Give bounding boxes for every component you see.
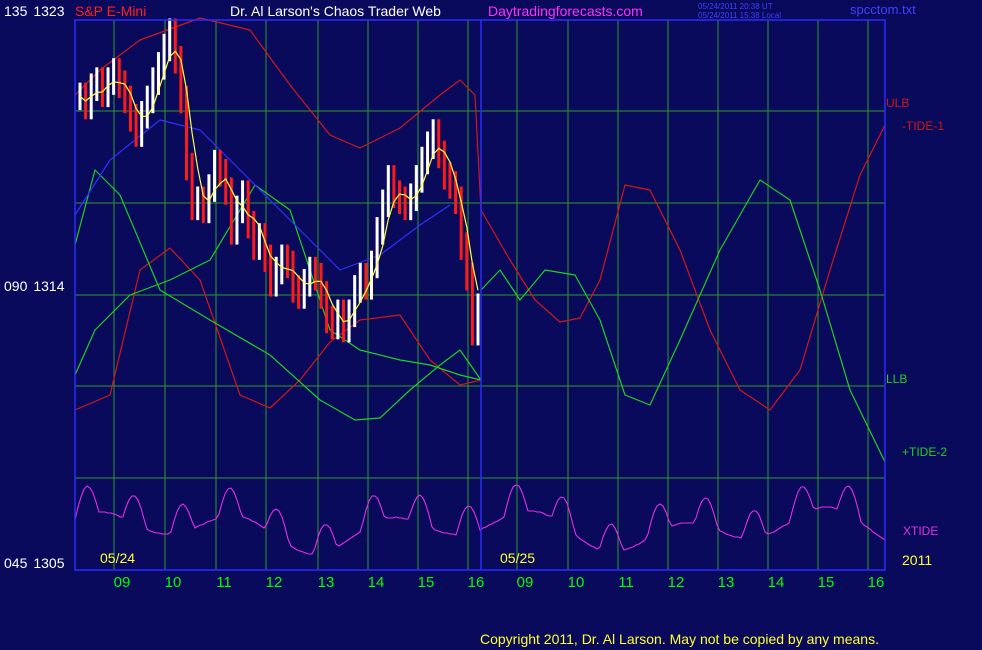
symbol-label: S&P E-Mini	[75, 3, 146, 19]
x-tick-label: 09	[114, 574, 131, 591]
year-label: 2011	[902, 552, 932, 568]
copyright-text: Copyright 2011, Dr. Al Larson. May not b…	[480, 631, 879, 647]
llb-line	[74, 184, 482, 381]
y-tick-label-bottom: 045 1305	[4, 555, 65, 571]
x-tick-label: 14	[368, 574, 385, 591]
x-tick-label: 12	[266, 574, 283, 591]
x-tick-label: 10	[165, 574, 182, 591]
date-label-2: 05/25	[500, 550, 535, 566]
x-tick-label: 16	[868, 574, 885, 591]
xtide-line	[74, 484, 886, 555]
x-tick-label: 13	[718, 574, 735, 591]
x-tick-label: 10	[568, 574, 585, 591]
timestamp-local: 05/24/2011 15:38 Local	[698, 11, 781, 20]
legend-ulb: ULB	[886, 96, 909, 110]
chart-title: Dr. Al Larson's Chaos Trader Web	[230, 3, 441, 19]
x-tick-label: 15	[418, 574, 435, 591]
legend-llb: LLB	[886, 372, 907, 386]
date-label-1: 05/24	[100, 550, 135, 566]
tide1-line-day2	[480, 124, 886, 411]
y-tick-label-top: 135 1323	[4, 3, 65, 19]
x-tick-label: 14	[768, 574, 785, 591]
legend-tide1: -TIDE-1	[902, 119, 944, 133]
x-tick-label: 16	[468, 574, 485, 591]
y-tick-label-mid: 090 1314	[4, 278, 65, 294]
x-tick-label: 11	[216, 574, 232, 591]
x-tick-label: 13	[318, 574, 335, 591]
x-tick-label: 09	[517, 574, 534, 591]
x-tick-label: 12	[668, 574, 685, 591]
site-label[interactable]: Daytradingforecasts.com	[488, 3, 643, 19]
timestamp-utc: 05/24/2011 20:38 UT	[698, 2, 773, 11]
x-tick-label: 11	[618, 574, 634, 591]
tide2-line-day2	[480, 179, 886, 463]
legend-xtide: XTIDE	[903, 524, 938, 538]
file-label: spcctom.txt	[850, 2, 916, 17]
legend-tide2: +TIDE-2	[902, 445, 947, 459]
chart: 135 1323 S&P E-Mini Dr. Al Larson's Chaos…	[4, 2, 947, 647]
x-tick-label: 15	[818, 574, 835, 591]
